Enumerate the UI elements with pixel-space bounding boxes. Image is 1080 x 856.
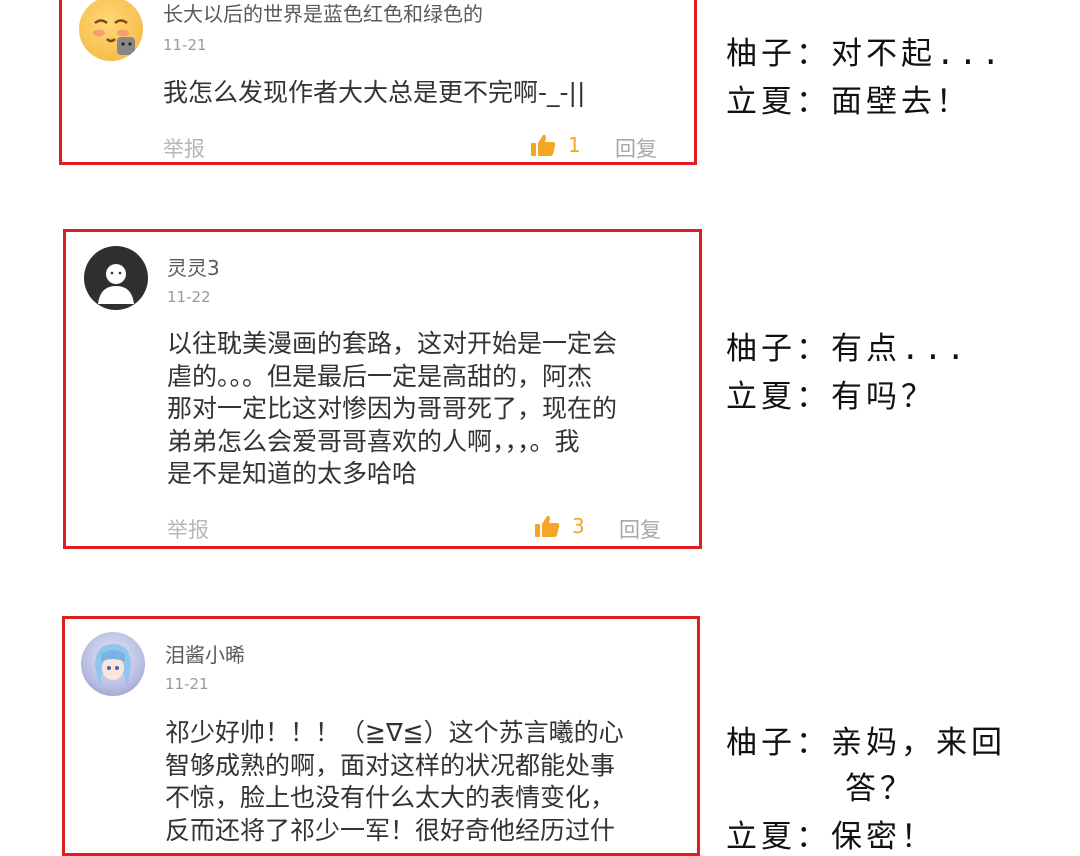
comment-text: 我怎么发现作者大大总是更不完啊-_-|| <box>163 78 586 107</box>
reply-line: 立夏：有吗？ <box>726 379 936 415</box>
thumbs-up-icon <box>531 134 556 156</box>
username[interactable]: 泪酱小晞 <box>165 639 245 668</box>
avatar[interactable] <box>84 246 148 310</box>
like-button[interactable]: 3 <box>534 514 585 538</box>
comment-text: 以往耽美漫画的套路，这对开始是一定会 虐的。。。但是最后一定是高甜的，阿杰 那对… <box>167 329 618 488</box>
avatar[interactable] <box>81 632 145 696</box>
reply-line: 柚子：对不起... <box>726 36 1004 72</box>
emoji-face-icon <box>93 19 135 55</box>
reply-line: 答？ <box>845 771 915 807</box>
report-button[interactable]: 举报 <box>167 514 209 544</box>
reply-line: 立夏：保密！ <box>726 819 936 855</box>
comment-card: 泪酱小晞 11-21 祁少好帅！！！（≧∇≦）这个苏言曦的心 智够成熟的啊，面对… <box>62 616 700 856</box>
like-count: 3 <box>572 514 585 538</box>
comment-date: 11-21 <box>163 36 207 54</box>
reply-button[interactable]: 回复 <box>615 133 657 163</box>
comment-date: 11-22 <box>167 288 211 306</box>
like-button[interactable]: 1 <box>530 133 581 157</box>
username[interactable]: 灵灵3 <box>167 252 220 281</box>
like-count: 1 <box>568 133 581 157</box>
report-button[interactable]: 举报 <box>163 133 205 163</box>
reply-button[interactable]: 回复 <box>619 514 661 544</box>
reply-line: 柚子：有点... <box>726 331 969 367</box>
comment-text: 祁少好帅！！！（≧∇≦）这个苏言曦的心 智够成熟的啊，面对这样的状况都能处事 不… <box>165 718 624 845</box>
comment-date: 11-21 <box>165 675 209 693</box>
comment-card: 长大以后的世界是蓝色红色和绿色的 11-21 我怎么发现作者大大总是更不完啊-_… <box>59 0 697 165</box>
avatar[interactable] <box>79 0 143 61</box>
comment-card: 灵灵3 11-22 以往耽美漫画的套路，这对开始是一定会 虐的。。。但是最后一定… <box>63 229 702 549</box>
reply-line: 立夏：面壁去！ <box>726 84 971 120</box>
thumbs-up-icon <box>535 515 560 537</box>
reply-line: 柚子：亲妈，来回 <box>726 725 1006 761</box>
default-avatar-icon <box>98 264 134 304</box>
username[interactable]: 长大以后的世界是蓝色红色和绿色的 <box>163 0 483 27</box>
anime-girl-avatar-icon <box>95 644 131 686</box>
